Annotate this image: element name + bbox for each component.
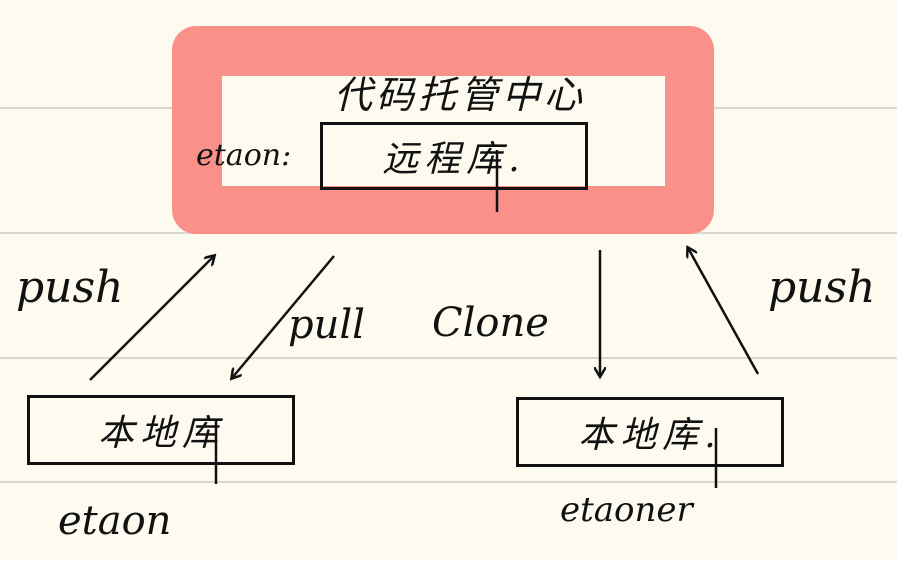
push-arrow-left: [89, 256, 214, 381]
diagram-arrows: [89, 150, 760, 488]
pull-arrow: [232, 255, 335, 378]
push-arrow-right: [688, 248, 760, 375]
